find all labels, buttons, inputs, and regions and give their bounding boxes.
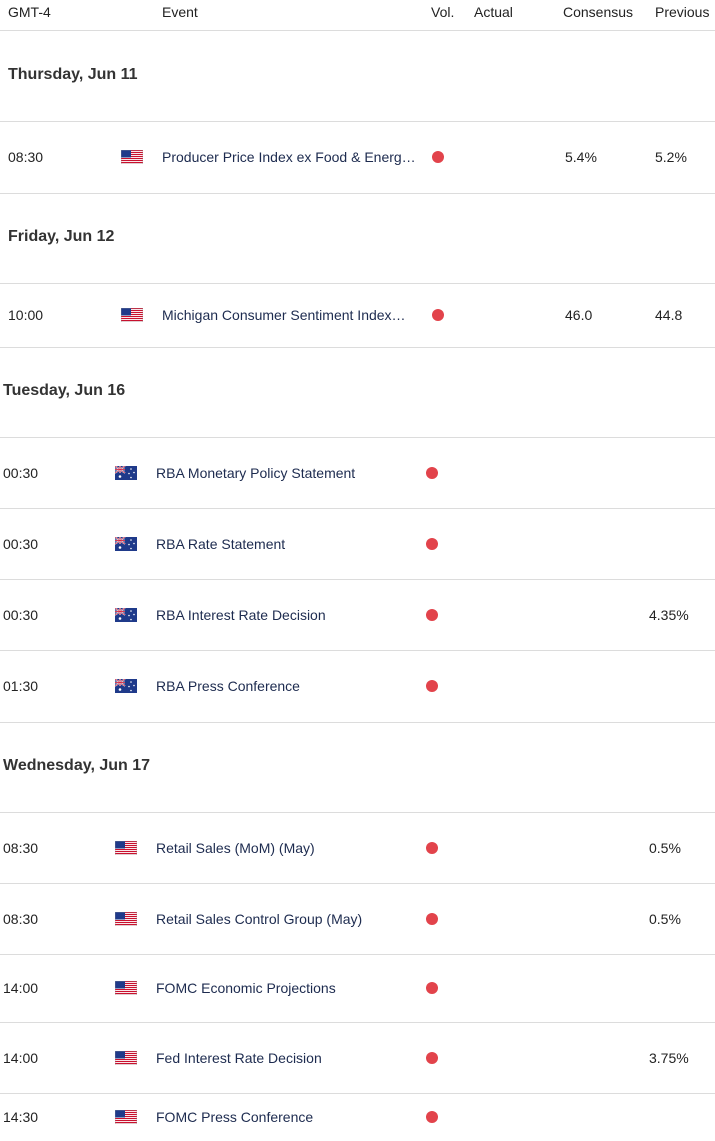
event-time: 01:30 [3, 678, 39, 694]
us-flag-icon [114, 840, 138, 855]
day-label: Tuesday, Jun 16 [3, 382, 126, 399]
timezone-header[interactable]: GMT-4 [8, 4, 51, 20]
vol-column-header: Vol. [431, 4, 455, 20]
day-label: Thursday, Jun 11 [8, 66, 138, 83]
event-name-link[interactable]: RBA Press Conference [156, 678, 424, 694]
consensus-value: 46.0 [565, 307, 593, 323]
event-name-link[interactable]: RBA Interest Rate Decision [156, 607, 424, 623]
event-time: 00:30 [3, 464, 39, 481]
volatility-dot-icon [432, 309, 444, 321]
previous-value: 44.8 [655, 307, 683, 323]
us-flag-icon [114, 911, 138, 926]
previous-value: 0.5% [649, 910, 681, 927]
event-name-link[interactable]: Producer Price Index ex Food & Energ… [162, 149, 430, 165]
event-name-link[interactable]: Michigan Consumer Sentiment Index… [162, 307, 430, 323]
volatility-dot-icon [426, 537, 438, 550]
volatility-dot-icon [426, 608, 438, 621]
volatility-dot-icon [426, 982, 438, 994]
event-name-link[interactable]: RBA Rate Statement [156, 536, 424, 552]
calendar-header: GMT-4 Event Vol. Actual Consensus Previo… [0, 0, 715, 31]
au-flag-icon [114, 678, 137, 693]
day-label: Friday, Jun 12 [8, 228, 115, 245]
volatility-dot-icon [432, 151, 444, 163]
event-name-link[interactable]: Retail Sales Control Group (May) [156, 911, 424, 927]
actual-column-header: Actual [474, 4, 513, 20]
event-time: 14:30 [3, 1109, 39, 1125]
volatility-dot-icon [426, 912, 438, 925]
us-flag-icon [120, 307, 144, 323]
event-time: 00:30 [3, 535, 39, 552]
previous-value: 5.2% [655, 149, 687, 165]
volatility-dot-icon [426, 680, 438, 692]
us-flag-icon [120, 149, 144, 165]
event-time: 10:00 [8, 307, 44, 323]
au-flag-icon [114, 464, 137, 480]
event-name-link[interactable]: Fed Interest Rate Decision [156, 1050, 424, 1066]
au-flag-icon [114, 535, 137, 551]
previous-value: 4.35% [649, 606, 689, 623]
event-time: 00:30 [3, 606, 39, 623]
event-name-link[interactable]: RBA Monetary Policy Statement [156, 465, 424, 481]
event-name-link[interactable]: Retail Sales (MoM) (May) [156, 840, 424, 856]
previous-column-header: Previous [655, 4, 710, 20]
event-column-header: Event [162, 4, 198, 20]
event-name-link[interactable]: FOMC Economic Projections [156, 980, 424, 996]
volatility-dot-icon [426, 1051, 438, 1064]
event-time: 14:00 [3, 980, 39, 996]
us-flag-icon [114, 1050, 138, 1065]
day-label: Wednesday, Jun 17 [3, 757, 151, 774]
event-time: 14:00 [3, 1049, 39, 1066]
event-time: 08:30 [3, 839, 39, 856]
previous-value: 3.75% [649, 1049, 689, 1066]
volatility-dot-icon [426, 1111, 438, 1123]
previous-value: 0.5% [649, 839, 681, 856]
consensus-column-header: Consensus [563, 4, 634, 20]
event-time: 08:30 [8, 149, 44, 165]
event-time: 08:30 [3, 910, 39, 927]
us-flag-icon [114, 980, 138, 996]
consensus-value: 5.4% [565, 149, 597, 165]
event-name-link[interactable]: FOMC Press Conference [156, 1109, 424, 1125]
au-flag-icon [114, 606, 137, 622]
volatility-dot-icon [426, 841, 438, 854]
volatility-dot-icon [426, 466, 438, 479]
us-flag-icon [114, 1109, 138, 1125]
